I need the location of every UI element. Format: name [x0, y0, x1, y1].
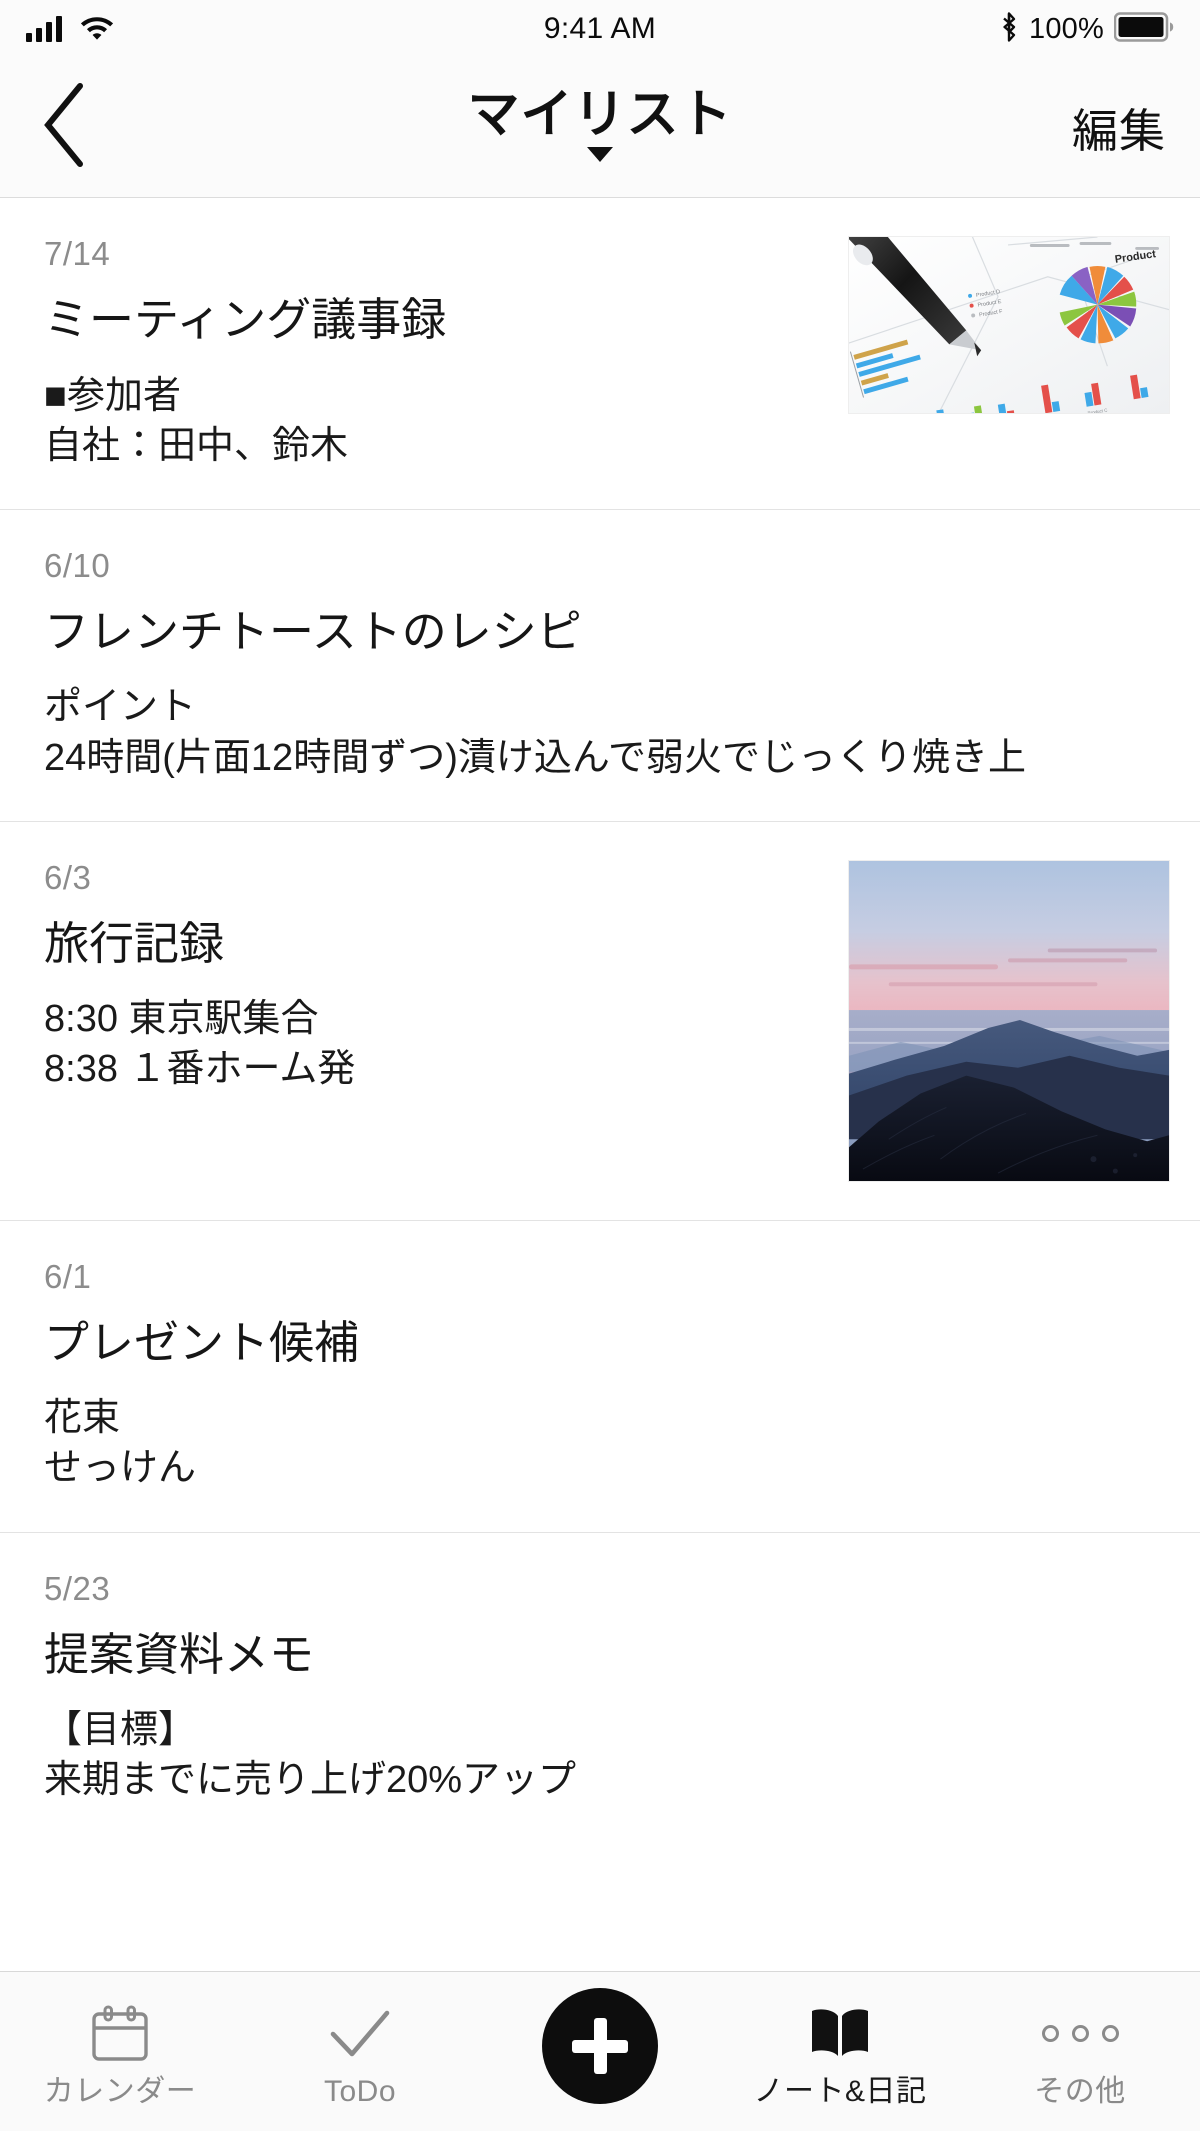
list-item[interactable]: 6/3 旅行記録 8:30 東京駅集合 8:38 １番ホーム発 — [0, 821, 1200, 1221]
battery-full-icon — [1113, 11, 1174, 47]
note-content: 6/10 フレンチトーストのレシピ ポイント 24時間(片面12時間ずつ)漬け込… — [44, 546, 1170, 783]
wifi-icon — [80, 14, 114, 45]
note-preview-line: 来期までに売り上げ20%アップ — [44, 1759, 577, 1802]
status-bar-left — [26, 14, 114, 45]
note-preview: 花束 せっけん — [44, 1393, 1158, 1493]
note-title: 提案資料メモ — [44, 1628, 315, 1680]
note-preview: ポイント 24時間(片面12時間ずつ)漬け込んで弱火でじっくり焼き上 — [44, 682, 1158, 782]
app-root: 9:41 AM 100% マイリスト 編集 7/14 ミーティング議事録 ■参加… — [0, 0, 1200, 2131]
navigation-bar: マイリスト 編集 — [0, 58, 1200, 198]
plus-icon[interactable] — [542, 1988, 658, 2104]
page-title: マイリスト — [467, 86, 733, 144]
list-item[interactable]: 7/14 ミーティング議事録 ■参加者 自社：田中、鈴木 Product Pro… — [0, 198, 1200, 510]
tab-calendar[interactable]: カレンダー — [0, 1972, 240, 2131]
tab-todo[interactable]: ToDo — [240, 1972, 480, 2131]
tab-more-label: その他 — [1034, 2074, 1126, 2108]
note-content: 6/3 旅行記録 8:30 東京駅集合 8:38 １番ホーム発 — [44, 858, 848, 1095]
checkmark-icon — [328, 2003, 392, 2065]
note-preview-line: 花束 — [44, 1397, 121, 1440]
cellular-signal-icon — [26, 16, 62, 42]
battery-percent-label: 100% — [1029, 12, 1104, 45]
chevron-left-icon — [42, 82, 88, 173]
caret-down-icon — [587, 147, 613, 162]
tab-note-diary[interactable]: ノート&日記 — [720, 1972, 960, 2131]
note-content: 7/14 ミーティング議事録 ■参加者 自社：田中、鈴木 — [44, 235, 848, 471]
tab-calendar-label: カレンダー — [43, 2074, 197, 2108]
edit-button[interactable]: 編集 — [1072, 95, 1166, 161]
tab-bar: カレンダー ToDo ノート&日記 その他 — [0, 1971, 1200, 2131]
tab-note-diary-label: ノート&日記 — [753, 2074, 927, 2108]
note-date: 6/1 — [44, 1257, 92, 1295]
note-thumbnail — [848, 859, 1170, 1182]
note-date: 6/10 — [44, 546, 111, 584]
bluetooth-icon — [999, 11, 1019, 48]
note-content: 5/23 提案資料メモ 【目標】 来期までに売り上げ20%アップ — [44, 1569, 1170, 1806]
note-title: ミーティング議事録 — [44, 294, 447, 346]
note-title: プレゼント候補 — [44, 1317, 360, 1369]
note-date: 6/3 — [44, 858, 92, 896]
calendar-icon — [89, 2003, 151, 2065]
navigation-title-group: マイリスト — [0, 58, 1200, 197]
list-item[interactable]: 5/23 提案資料メモ 【目標】 来期までに売り上げ20%アップ — [0, 1532, 1200, 1844]
note-date: 7/14 — [44, 235, 111, 272]
note-preview-line: 24時間(片面12時間ずつ)漬け込んで弱火でじっくり焼き上 — [44, 736, 1026, 779]
note-preview: 【目標】 来期までに売り上げ20%アップ — [44, 1705, 1158, 1805]
note-date: 5/23 — [44, 1569, 111, 1607]
list-item[interactable]: 6/10 フレンチトーストのレシピ ポイント 24時間(片面12時間ずつ)漬け込… — [0, 509, 1200, 822]
tab-add[interactable] — [480, 1972, 720, 2131]
mountain-sunset-photo — [849, 860, 1169, 1181]
business-charts-photo: Product Product D Product E Product F Pr… — [849, 237, 1169, 413]
tab-todo-label: ToDo — [323, 2074, 397, 2108]
note-preview-line: ■参加者 — [44, 374, 181, 417]
note-preview-line: せっけん — [44, 1447, 197, 1490]
note-title: フレンチトーストのレシピ — [44, 606, 582, 658]
ellipsis-icon — [1041, 2003, 1119, 2065]
tab-more[interactable]: その他 — [960, 1972, 1200, 2131]
note-preview-line: 8:38 １番ホーム発 — [44, 1048, 356, 1091]
note-preview: ■参加者 自社：田中、鈴木 — [44, 371, 836, 471]
back-button[interactable] — [0, 58, 130, 197]
note-preview: 8:30 東京駅集合 8:38 １番ホーム発 — [44, 994, 836, 1094]
book-icon — [807, 2003, 873, 2065]
note-content: 6/1 プレゼント候補 花束 せっけん — [44, 1257, 1170, 1494]
note-title: 旅行記録 — [44, 918, 225, 970]
list-item[interactable]: 6/1 プレゼント候補 花束 せっけん — [0, 1220, 1200, 1533]
status-bar: 9:41 AM 100% — [0, 0, 1200, 58]
status-bar-right: 100% — [999, 11, 1174, 48]
note-preview-line: ポイント — [44, 686, 197, 729]
note-preview-line: 自社：田中、鈴木 — [44, 424, 349, 467]
status-bar-time: 9:41 AM — [543, 12, 657, 45]
note-preview-line: 【目標】 — [44, 1709, 197, 1752]
note-preview-line: 8:30 東京駅集合 — [44, 998, 319, 1041]
note-thumbnail: Product Product D Product E Product F Pr… — [848, 236, 1170, 414]
note-list[interactable]: 7/14 ミーティング議事録 ■参加者 自社：田中、鈴木 Product Pro… — [0, 198, 1200, 1971]
